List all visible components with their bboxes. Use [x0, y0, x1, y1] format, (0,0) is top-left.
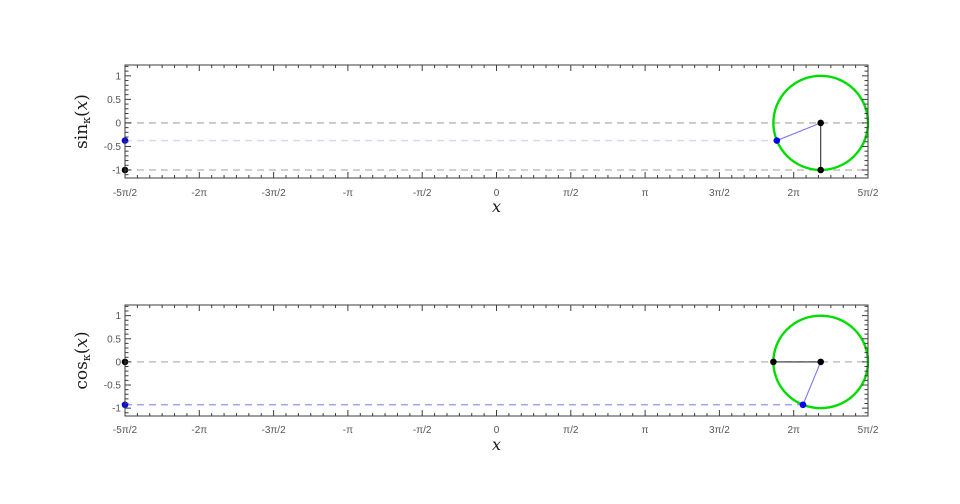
cos-plot: -5π/2-2π-3π/2-π-π/20π/2π3π/22π5π/210.50-…	[72, 305, 879, 454]
y-tick-label: -1	[112, 165, 121, 176]
x-tick-label: -2π	[191, 188, 207, 199]
circle-center-dot	[817, 359, 824, 366]
x-tick-label: 3π/2	[709, 425, 730, 436]
circle-left-dot	[770, 359, 777, 366]
x-tick-label: 2π	[787, 425, 800, 436]
y-tick-label: -0.5	[104, 142, 122, 153]
x-tick-label: π/2	[563, 425, 579, 436]
y-tick-label: 1	[115, 311, 121, 322]
x-tick-label: π/2	[563, 188, 579, 199]
x-tick-label: π	[642, 425, 649, 436]
cos-radius-blue	[803, 362, 821, 405]
y-tick-label: 0.5	[107, 95, 121, 106]
x-tick-label: π	[642, 188, 649, 199]
circle-center-dot	[817, 120, 824, 127]
x-axis-label: x	[492, 197, 501, 216]
cos-point	[800, 401, 807, 408]
y-tick-label: 0.5	[107, 334, 121, 345]
y-tick-label: 0	[115, 118, 121, 129]
axes-box	[125, 305, 868, 416]
x-tick-label: 5π/2	[858, 188, 879, 199]
y-tick-label: 1	[115, 71, 121, 82]
y-axis-label: sinκ(x)	[72, 94, 93, 149]
x-tick-label: -3π/2	[262, 188, 287, 199]
x-axis-label: x	[492, 435, 501, 454]
x-tick-label: -3π/2	[262, 425, 287, 436]
x-tick-label: 3π/2	[709, 188, 730, 199]
x-tick-label: -π	[343, 188, 353, 199]
sin-point	[774, 137, 781, 144]
x-tick-label: -5π/2	[113, 188, 138, 199]
y-tick-label: 0	[115, 357, 121, 368]
x-tick-label: -π/2	[413, 425, 432, 436]
y-tick-label: -1	[112, 404, 121, 415]
sin-plot: -5π/2-2π-3π/2-π-π/20π/2π3π/22π5π/210.50-…	[72, 65, 879, 216]
x-tick-label: -π/2	[413, 188, 432, 199]
figure-svg: -5π/2 -2π -3π/2 -π -π/2 0 π/2 π 3π/2 2π 5π/2 1 0.5 0 -…	[0, 0, 960, 504]
x-tick-label: 5π/2	[858, 425, 879, 436]
x-tick-label: -2π	[191, 425, 207, 436]
sin-radius-blue	[777, 123, 821, 141]
y-axis-label: cosκ(x)	[72, 331, 93, 389]
y-tick-label: -0.5	[104, 381, 122, 392]
circle-bottom-dot	[817, 167, 824, 174]
axes-box	[125, 65, 868, 178]
x-tick-label: -5π/2	[113, 425, 138, 436]
figure-canvas: -5π/2 -2π -3π/2 -π -π/2 0 π/2 π 3π/2 2π 5π/2 1 0.5 0 -…	[0, 0, 960, 504]
x-tick-label: -π	[343, 425, 353, 436]
x-tick-label: 2π	[787, 188, 800, 199]
